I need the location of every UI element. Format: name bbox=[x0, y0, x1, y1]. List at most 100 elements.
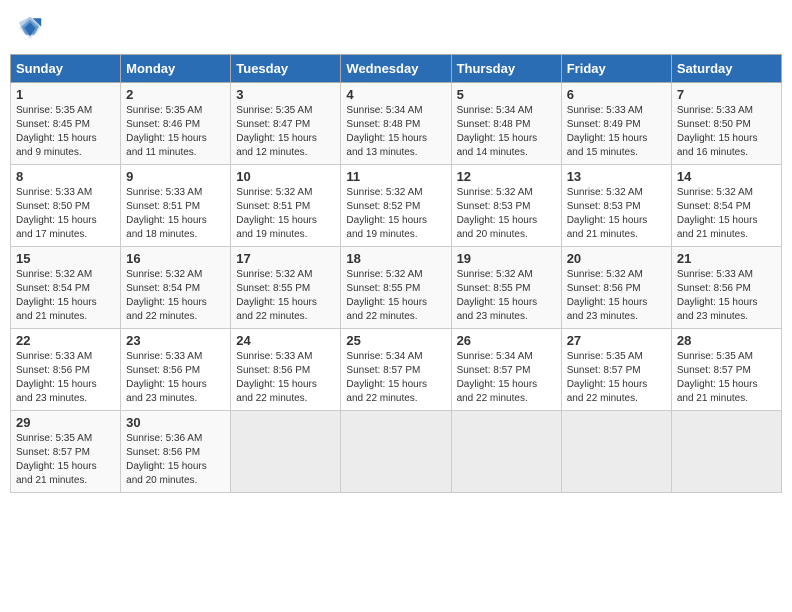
day-info: Sunrise: 5:34 AM Sunset: 8:48 PM Dayligh… bbox=[346, 104, 445, 160]
day-number: 10 bbox=[236, 169, 335, 184]
day-cell-14: 14 Sunrise: 5:32 AM Sunset: 8:54 PM Dayl… bbox=[671, 165, 781, 247]
day-cell-3: 3 Sunrise: 5:35 AM Sunset: 8:47 PM Dayli… bbox=[231, 83, 341, 165]
day-cell-17: 17 Sunrise: 5:32 AM Sunset: 8:55 PM Dayl… bbox=[231, 247, 341, 329]
day-number: 3 bbox=[236, 87, 335, 102]
calendar-week-4: 22 Sunrise: 5:33 AM Sunset: 8:56 PM Dayl… bbox=[11, 329, 782, 411]
day-info: Sunrise: 5:32 AM Sunset: 8:55 PM Dayligh… bbox=[236, 268, 335, 324]
day-number: 5 bbox=[457, 87, 556, 102]
day-info: Sunrise: 5:32 AM Sunset: 8:55 PM Dayligh… bbox=[457, 268, 556, 324]
day-number: 24 bbox=[236, 333, 335, 348]
day-info: Sunrise: 5:32 AM Sunset: 8:54 PM Dayligh… bbox=[677, 186, 776, 242]
day-info: Sunrise: 5:32 AM Sunset: 8:56 PM Dayligh… bbox=[567, 268, 666, 324]
day-number: 25 bbox=[346, 333, 445, 348]
day-cell-23: 23 Sunrise: 5:33 AM Sunset: 8:56 PM Dayl… bbox=[121, 329, 231, 411]
day-info: Sunrise: 5:32 AM Sunset: 8:54 PM Dayligh… bbox=[16, 268, 115, 324]
day-cell-24: 24 Sunrise: 5:33 AM Sunset: 8:56 PM Dayl… bbox=[231, 329, 341, 411]
day-cell-16: 16 Sunrise: 5:32 AM Sunset: 8:54 PM Dayl… bbox=[121, 247, 231, 329]
calendar-header: SundayMondayTuesdayWednesdayThursdayFrid… bbox=[11, 55, 782, 83]
day-number: 16 bbox=[126, 251, 225, 266]
day-info: Sunrise: 5:35 AM Sunset: 8:47 PM Dayligh… bbox=[236, 104, 335, 160]
day-info: Sunrise: 5:36 AM Sunset: 8:56 PM Dayligh… bbox=[126, 432, 225, 488]
header-cell-sunday: Sunday bbox=[11, 55, 121, 83]
header-cell-tuesday: Tuesday bbox=[231, 55, 341, 83]
day-number: 2 bbox=[126, 87, 225, 102]
day-number: 19 bbox=[457, 251, 556, 266]
day-number: 11 bbox=[346, 169, 445, 184]
day-cell-21: 21 Sunrise: 5:33 AM Sunset: 8:56 PM Dayl… bbox=[671, 247, 781, 329]
day-number: 26 bbox=[457, 333, 556, 348]
day-info: Sunrise: 5:33 AM Sunset: 8:51 PM Dayligh… bbox=[126, 186, 225, 242]
header-cell-monday: Monday bbox=[121, 55, 231, 83]
day-number: 27 bbox=[567, 333, 666, 348]
header-cell-saturday: Saturday bbox=[671, 55, 781, 83]
day-cell-8: 8 Sunrise: 5:33 AM Sunset: 8:50 PM Dayli… bbox=[11, 165, 121, 247]
day-cell-2: 2 Sunrise: 5:35 AM Sunset: 8:46 PM Dayli… bbox=[121, 83, 231, 165]
day-number: 29 bbox=[16, 415, 115, 430]
day-number: 6 bbox=[567, 87, 666, 102]
day-number: 18 bbox=[346, 251, 445, 266]
day-info: Sunrise: 5:33 AM Sunset: 8:56 PM Dayligh… bbox=[236, 350, 335, 406]
day-info: Sunrise: 5:33 AM Sunset: 8:50 PM Dayligh… bbox=[677, 104, 776, 160]
day-number: 13 bbox=[567, 169, 666, 184]
day-cell-6: 6 Sunrise: 5:33 AM Sunset: 8:49 PM Dayli… bbox=[561, 83, 671, 165]
empty-cell bbox=[671, 411, 781, 493]
day-info: Sunrise: 5:33 AM Sunset: 8:56 PM Dayligh… bbox=[677, 268, 776, 324]
day-cell-10: 10 Sunrise: 5:32 AM Sunset: 8:51 PM Dayl… bbox=[231, 165, 341, 247]
day-info: Sunrise: 5:35 AM Sunset: 8:46 PM Dayligh… bbox=[126, 104, 225, 160]
day-info: Sunrise: 5:33 AM Sunset: 8:50 PM Dayligh… bbox=[16, 186, 115, 242]
day-cell-13: 13 Sunrise: 5:32 AM Sunset: 8:53 PM Dayl… bbox=[561, 165, 671, 247]
calendar-week-5: 29 Sunrise: 5:35 AM Sunset: 8:57 PM Dayl… bbox=[11, 411, 782, 493]
day-info: Sunrise: 5:32 AM Sunset: 8:53 PM Dayligh… bbox=[457, 186, 556, 242]
header-cell-thursday: Thursday bbox=[451, 55, 561, 83]
day-info: Sunrise: 5:34 AM Sunset: 8:57 PM Dayligh… bbox=[346, 350, 445, 406]
empty-cell bbox=[231, 411, 341, 493]
day-cell-30: 30 Sunrise: 5:36 AM Sunset: 8:56 PM Dayl… bbox=[121, 411, 231, 493]
day-info: Sunrise: 5:34 AM Sunset: 8:57 PM Dayligh… bbox=[457, 350, 556, 406]
day-number: 4 bbox=[346, 87, 445, 102]
day-cell-20: 20 Sunrise: 5:32 AM Sunset: 8:56 PM Dayl… bbox=[561, 247, 671, 329]
day-cell-25: 25 Sunrise: 5:34 AM Sunset: 8:57 PM Dayl… bbox=[341, 329, 451, 411]
day-number: 21 bbox=[677, 251, 776, 266]
logo bbox=[16, 14, 46, 42]
day-cell-28: 28 Sunrise: 5:35 AM Sunset: 8:57 PM Dayl… bbox=[671, 329, 781, 411]
day-number: 20 bbox=[567, 251, 666, 266]
day-number: 23 bbox=[126, 333, 225, 348]
calendar-week-3: 15 Sunrise: 5:32 AM Sunset: 8:54 PM Dayl… bbox=[11, 247, 782, 329]
day-info: Sunrise: 5:32 AM Sunset: 8:54 PM Dayligh… bbox=[126, 268, 225, 324]
day-info: Sunrise: 5:33 AM Sunset: 8:49 PM Dayligh… bbox=[567, 104, 666, 160]
day-info: Sunrise: 5:33 AM Sunset: 8:56 PM Dayligh… bbox=[126, 350, 225, 406]
day-number: 15 bbox=[16, 251, 115, 266]
calendar-body: 1 Sunrise: 5:35 AM Sunset: 8:45 PM Dayli… bbox=[11, 83, 782, 493]
day-number: 30 bbox=[126, 415, 225, 430]
day-cell-18: 18 Sunrise: 5:32 AM Sunset: 8:55 PM Dayl… bbox=[341, 247, 451, 329]
day-info: Sunrise: 5:32 AM Sunset: 8:51 PM Dayligh… bbox=[236, 186, 335, 242]
day-info: Sunrise: 5:32 AM Sunset: 8:52 PM Dayligh… bbox=[346, 186, 445, 242]
day-info: Sunrise: 5:35 AM Sunset: 8:57 PM Dayligh… bbox=[16, 432, 115, 488]
day-info: Sunrise: 5:35 AM Sunset: 8:45 PM Dayligh… bbox=[16, 104, 115, 160]
empty-cell bbox=[341, 411, 451, 493]
day-cell-15: 15 Sunrise: 5:32 AM Sunset: 8:54 PM Dayl… bbox=[11, 247, 121, 329]
day-number: 28 bbox=[677, 333, 776, 348]
empty-cell bbox=[561, 411, 671, 493]
day-cell-9: 9 Sunrise: 5:33 AM Sunset: 8:51 PM Dayli… bbox=[121, 165, 231, 247]
calendar-table: SundayMondayTuesdayWednesdayThursdayFrid… bbox=[10, 54, 782, 493]
day-info: Sunrise: 5:34 AM Sunset: 8:48 PM Dayligh… bbox=[457, 104, 556, 160]
day-info: Sunrise: 5:35 AM Sunset: 8:57 PM Dayligh… bbox=[677, 350, 776, 406]
page-header bbox=[10, 10, 782, 46]
header-cell-friday: Friday bbox=[561, 55, 671, 83]
header-row: SundayMondayTuesdayWednesdayThursdayFrid… bbox=[11, 55, 782, 83]
calendar-week-1: 1 Sunrise: 5:35 AM Sunset: 8:45 PM Dayli… bbox=[11, 83, 782, 165]
day-number: 22 bbox=[16, 333, 115, 348]
day-number: 1 bbox=[16, 87, 115, 102]
day-info: Sunrise: 5:32 AM Sunset: 8:55 PM Dayligh… bbox=[346, 268, 445, 324]
header-cell-wednesday: Wednesday bbox=[341, 55, 451, 83]
day-number: 14 bbox=[677, 169, 776, 184]
day-cell-22: 22 Sunrise: 5:33 AM Sunset: 8:56 PM Dayl… bbox=[11, 329, 121, 411]
calendar-week-2: 8 Sunrise: 5:33 AM Sunset: 8:50 PM Dayli… bbox=[11, 165, 782, 247]
day-cell-11: 11 Sunrise: 5:32 AM Sunset: 8:52 PM Dayl… bbox=[341, 165, 451, 247]
day-info: Sunrise: 5:33 AM Sunset: 8:56 PM Dayligh… bbox=[16, 350, 115, 406]
logo-icon bbox=[16, 14, 44, 42]
day-info: Sunrise: 5:35 AM Sunset: 8:57 PM Dayligh… bbox=[567, 350, 666, 406]
empty-cell bbox=[451, 411, 561, 493]
day-number: 12 bbox=[457, 169, 556, 184]
